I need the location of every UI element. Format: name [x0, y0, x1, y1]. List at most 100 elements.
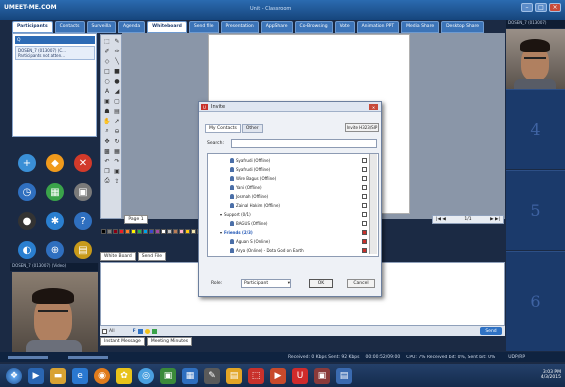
filled-ellipse-icon[interactable]: ● [113, 77, 121, 85]
folder-icon[interactable]: ▬ [50, 367, 66, 384]
add-user-icon[interactable]: + [18, 154, 36, 172]
color-swatch[interactable] [136, 228, 142, 234]
tab-contacts[interactable]: Contacts [54, 20, 85, 33]
help-icon[interactable]: ? [74, 212, 92, 230]
contact-checkbox[interactable] [362, 184, 367, 190]
rotate-icon[interactable]: ↻ [113, 137, 121, 145]
video-slot-4[interactable]: 4 [506, 89, 565, 169]
tab-animation-ppt[interactable]: Animation PPT [356, 20, 400, 33]
webcam-icon[interactable]: ● [18, 212, 36, 230]
move-icon[interactable]: ✥ [103, 137, 111, 145]
tab-participants[interactable]: Participants [12, 20, 53, 33]
color-swatch[interactable] [106, 228, 112, 234]
volume-slider[interactable] [8, 355, 48, 359]
page-tab[interactable]: Page 1 [124, 215, 148, 224]
undo-icon[interactable]: ↶ [103, 157, 111, 165]
film-icon[interactable]: ▤ [74, 241, 92, 259]
contact-checkbox[interactable] [362, 166, 367, 172]
emoji-icon[interactable] [144, 328, 150, 334]
video-slot-6[interactable]: 6 [506, 251, 565, 351]
color-swatch[interactable] [160, 228, 166, 234]
contact-checkbox[interactable] [362, 220, 367, 226]
window-app-icon[interactable]: ▣ [160, 367, 176, 384]
contact-checkbox[interactable] [362, 193, 367, 199]
fill-icon[interactable]: ◢ [113, 87, 121, 95]
tab-vote[interactable]: Vote [334, 20, 355, 33]
select-icon[interactable]: ⬚ [103, 37, 111, 45]
tab-co-browsing[interactable]: Co-Browsing [294, 20, 333, 33]
color-swatch[interactable] [172, 228, 178, 234]
color-swatch[interactable] [142, 228, 148, 234]
paint-icon[interactable]: ✎ [204, 367, 220, 384]
text-icon[interactable]: A [103, 87, 111, 95]
marker-icon[interactable]: ✑ [113, 47, 121, 55]
firefox-icon[interactable]: ◉ [94, 367, 110, 384]
color-icon[interactable] [137, 328, 143, 334]
zoom-icon[interactable]: ⌕ [103, 127, 111, 135]
paste-icon[interactable]: ▣ [113, 167, 121, 175]
color-swatch[interactable] [112, 228, 118, 234]
tab-desktop-share[interactable]: Desktop Share [441, 20, 485, 33]
contact-row[interactable]: Yani (Offline) [208, 183, 368, 191]
tab-send-file-sub[interactable]: Send File [137, 252, 167, 261]
contact-row[interactable]: Syafrudi (Offline) [208, 165, 368, 173]
ie-icon[interactable]: e [72, 367, 88, 384]
maximize-icon[interactable]: □ [535, 3, 547, 12]
ok-button[interactable]: OK [309, 279, 333, 288]
excel-icon[interactable]: ▦ [182, 367, 198, 384]
layers-icon[interactable]: ▤ [113, 107, 121, 115]
globe-icon[interactable]: ◐ [18, 241, 36, 259]
color-swatch[interactable] [166, 228, 172, 234]
stop-icon[interactable]: ✕ [74, 154, 92, 172]
start-icon[interactable]: ❖ [6, 367, 22, 384]
contact-checkbox[interactable] [362, 247, 367, 253]
stamp-icon[interactable]: ☗ [103, 107, 111, 115]
pointer-icon[interactable]: ➚ [113, 117, 121, 125]
color-swatch[interactable] [100, 228, 106, 234]
color-swatch[interactable] [178, 228, 184, 234]
expand-icon[interactable]: ▾ [220, 212, 222, 217]
color-swatch[interactable] [190, 228, 196, 234]
tab-send-file[interactable]: Send file [188, 20, 219, 33]
media-player-icon[interactable]: ▶ [28, 367, 44, 384]
recipient-select[interactable]: All [109, 329, 115, 334]
frame-icon[interactable]: ▢ [113, 97, 121, 105]
tab-agenda[interactable]: Agenda [118, 20, 146, 33]
tab-meeting-minutes[interactable]: Meeting Minutes [146, 337, 193, 346]
copy-icon[interactable]: ❐ [103, 167, 111, 175]
color-swatch[interactable] [148, 228, 154, 234]
contact-row[interactable]: BAGUS (Offline) [208, 219, 368, 227]
chrome-icon[interactable]: ◎ [138, 367, 154, 384]
contact-row[interactable]: Syafrudi (Offline) [208, 156, 368, 164]
cancel-button[interactable]: Cancel [347, 279, 375, 288]
contact-checkbox[interactable] [362, 229, 367, 235]
color-swatch[interactable] [130, 228, 136, 234]
grid-icon[interactable]: ▦ [46, 183, 64, 201]
participant-search[interactable]: Q [15, 36, 95, 44]
notes-icon[interactable]: ▤ [226, 367, 242, 384]
role-select[interactable]: Participant ▾ [241, 279, 291, 288]
tab-instant-message[interactable]: Instant Message [100, 337, 145, 346]
chat-icon[interactable]: ◆ [46, 154, 64, 172]
print-icon[interactable]: ⎙ [103, 177, 111, 185]
close-icon[interactable]: ✕ [369, 104, 378, 110]
contact-checkbox[interactable] [362, 211, 367, 217]
next-page-icon[interactable]: ▶ ▶| [490, 217, 500, 222]
ellipse-icon[interactable]: ○ [103, 77, 111, 85]
tab-appshare[interactable]: AppShare [260, 20, 293, 33]
contact-checkbox[interactable] [362, 175, 367, 181]
redo-icon[interactable]: ↷ [113, 157, 121, 165]
zoom-out-icon[interactable]: ⊖ [113, 127, 121, 135]
image-icon[interactable]: ▣ [103, 97, 111, 105]
contact-row[interactable]: ▾ Friends (2/3) [208, 228, 368, 236]
minimize-icon[interactable]: – [521, 3, 533, 12]
tab-presentation[interactable]: Presentation [220, 20, 259, 33]
color-swatch[interactable] [118, 228, 124, 234]
hand-icon[interactable]: ✋ [103, 117, 111, 125]
powerpoint-icon[interactable]: ▶ [270, 367, 286, 384]
rect-icon[interactable]: □ [103, 67, 111, 75]
image-insert-icon[interactable] [151, 328, 157, 334]
mic-slider[interactable] [68, 355, 108, 359]
video-slot-5[interactable]: 5 [506, 170, 565, 250]
app-icon[interactable]: ✿ [116, 367, 132, 384]
